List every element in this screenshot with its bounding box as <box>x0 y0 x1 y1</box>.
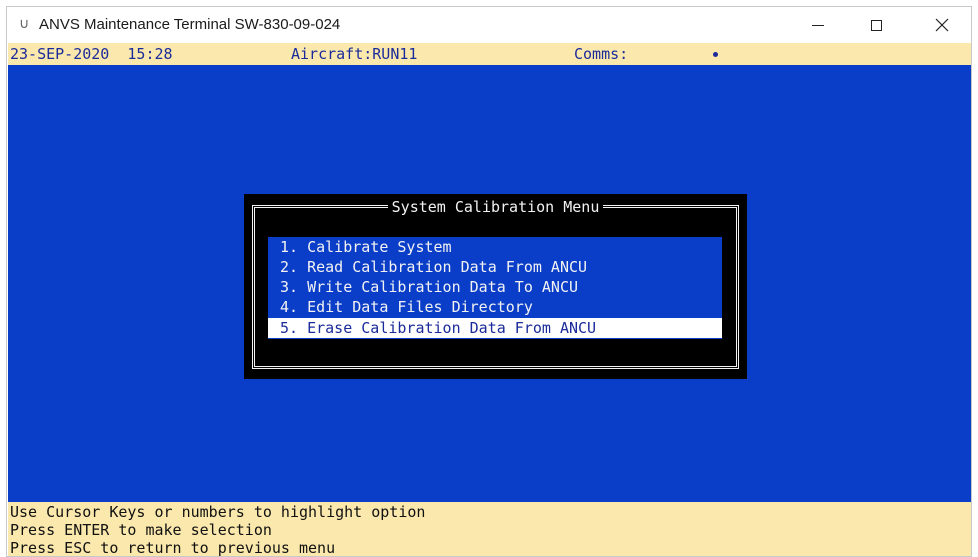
minimize-icon <box>812 24 824 26</box>
status-date-value: 23-SEP-2020 <box>10 45 110 63</box>
minimize-button[interactable] <box>795 7 841 43</box>
menu-item-calibrate-system[interactable]: 1. Calibrate System <box>268 237 722 257</box>
dialog-title: System Calibration Menu <box>244 197 747 217</box>
menu-item-edit-data-files[interactable]: 4. Edit Data Files Directory <box>268 297 722 317</box>
help-panel: Use Cursor Keys or numbers to highlight … <box>8 502 971 557</box>
maximize-icon <box>870 19 882 31</box>
menu-item-erase-calibration[interactable]: 5. Erase Calibration Data From ANCU <box>268 318 722 338</box>
help-line-cursor-keys: Use Cursor Keys or numbers to highlight … <box>10 503 426 521</box>
status-time: 15:28 <box>127 45 173 63</box>
status-bar: 23-SEP-2020 15:28 Aircraft:RUN11 Comms: <box>8 43 971 65</box>
app-icon: ∪ <box>19 16 30 32</box>
close-icon <box>935 18 949 32</box>
maximize-button[interactable] <box>853 7 899 43</box>
help-line-esc: Press ESC to return to previous menu <box>10 539 336 557</box>
calibration-menu-dialog: System Calibration Menu 1. Calibrate Sys… <box>244 194 747 379</box>
dialog-title-text: System Calibration Menu <box>387 198 604 216</box>
close-button[interactable] <box>919 7 965 43</box>
status-date: 23-SEP-2020 15:28 <box>10 43 173 65</box>
menu-item-read-calibration[interactable]: 2. Read Calibration Data From ANCU <box>268 257 722 277</box>
terminal-window: ∪ ANVS Maintenance Terminal SW-830-09-02… <box>6 6 972 557</box>
menu-item-write-calibration[interactable]: 3. Write Calibration Data To ANCU <box>268 277 722 297</box>
window-title: ANVS Maintenance Terminal SW-830-09-024 <box>39 16 341 33</box>
terminal-screen: 23-SEP-2020 15:28 Aircraft:RUN11 Comms: … <box>8 43 971 557</box>
title-bar[interactable]: ∪ ANVS Maintenance Terminal SW-830-09-02… <box>7 7 971 43</box>
help-line-enter: Press ENTER to make selection <box>10 521 272 539</box>
status-comms-label: Comms: <box>574 45 629 63</box>
menu-list: 1. Calibrate System 2. Read Calibration … <box>268 237 722 339</box>
comms-indicator-icon <box>713 52 718 57</box>
status-aircraft: Aircraft:RUN11 <box>291 45 418 63</box>
